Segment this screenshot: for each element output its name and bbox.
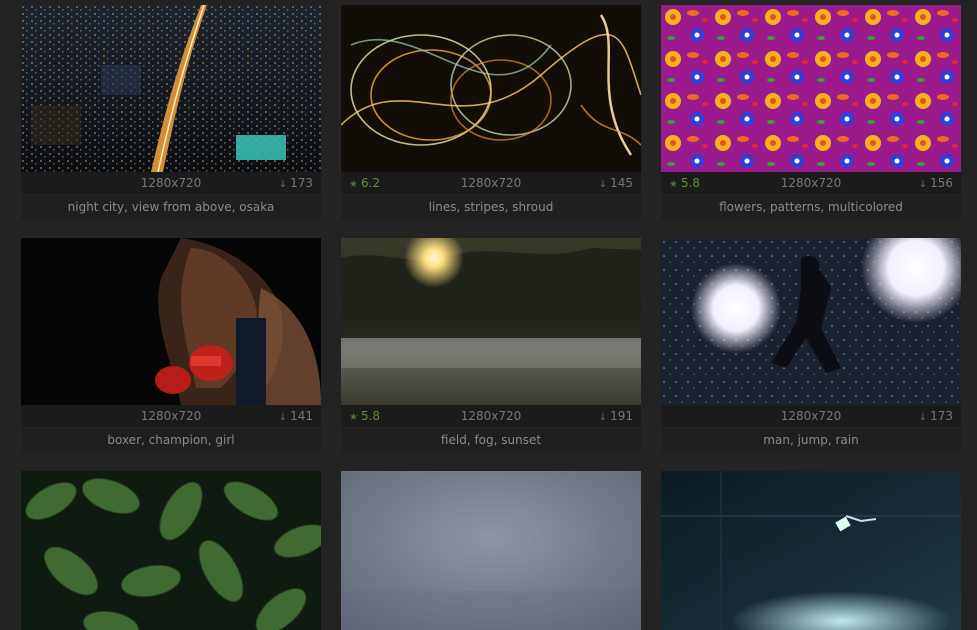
gray-texture-thumbnail[interactable] — [341, 471, 641, 630]
downloads-count: ↓ 173 — [279, 172, 313, 196]
download-icon: ↓ — [918, 179, 928, 190]
wallpaper-stats: ★ 5.8 1280x720 ↓ 156 — [661, 172, 961, 194]
downloads-value: 141 — [290, 409, 313, 423]
wallpaper-stats: 1280x720 ↓ 173 — [21, 172, 321, 194]
tags-link[interactable]: man, jump, rain — [661, 429, 961, 453]
night-city-thumbnail[interactable] — [21, 5, 321, 172]
download-icon: ↓ — [598, 179, 608, 190]
leaves-thumbnail[interactable] — [21, 471, 321, 630]
wallpaper-card — [21, 471, 321, 630]
downloads-count: ↓ 173 — [919, 405, 953, 429]
downloads-value: 156 — [930, 176, 953, 190]
wallpaper-stats: ★ 5.8 1280x720 ↓ 191 — [341, 405, 641, 427]
wallpaper-card — [661, 471, 961, 630]
wallpaper-stats: 1280x720 ↓ 141 — [21, 405, 321, 427]
wallpaper-card: 1280x720 ↓ 173 night city, view from abov… — [21, 5, 321, 220]
wallpaper-stats: ★ 6.2 1280x720 ↓ 145 — [341, 172, 641, 194]
light-lines-thumbnail[interactable] — [341, 5, 641, 172]
download-icon: ↓ — [278, 412, 288, 423]
wallpaper-card — [341, 471, 641, 630]
wallpaper-card: ★ 5.8 1280x720 ↓ 191 field, fog, sunset — [341, 238, 641, 453]
tags-link[interactable]: flowers, patterns, multicolored — [661, 196, 961, 220]
lamp-wall-thumbnail[interactable] — [661, 471, 961, 630]
downloads-count: ↓ 156 — [919, 172, 953, 196]
boxer-girl-thumbnail[interactable] — [21, 238, 321, 405]
resolution-label: 1280x720 — [460, 409, 522, 423]
wallpaper-card: 1280x720 ↓ 141 boxer, champion, girl — [21, 238, 321, 453]
downloads-value: 173 — [930, 409, 953, 423]
resolution-label: 1280x720 — [140, 409, 202, 423]
wallpaper-card: 1280x720 ↓ 173 man, jump, rain — [661, 238, 961, 453]
downloads-value: 191 — [610, 409, 633, 423]
resolution-label: 1280x720 — [460, 176, 522, 190]
tags-link[interactable]: night city, view from above, osaka — [21, 196, 321, 220]
wallpaper-grid: 1280x720 ↓ 173 night city, view from abov… — [0, 0, 977, 630]
downloads-count: ↓ 145 — [599, 172, 633, 196]
tags-link[interactable]: boxer, champion, girl — [21, 429, 321, 453]
downloads-value: 145 — [610, 176, 633, 190]
resolution-label: 1280x720 — [140, 176, 202, 190]
tags-link[interactable]: field, fog, sunset — [341, 429, 641, 453]
download-icon: ↓ — [918, 412, 928, 423]
wallpaper-stats: 1280x720 ↓ 173 — [661, 405, 961, 427]
flower-pattern-thumbnail[interactable] — [661, 5, 961, 172]
resolution-label: 1280x720 — [780, 176, 842, 190]
download-icon: ↓ — [278, 179, 288, 190]
man-jump-rain-thumbnail[interactable] — [661, 238, 961, 405]
wallpaper-card: ★ 5.8 1280x720 ↓ 156 flowers, patterns, mu… — [661, 5, 961, 220]
wallpaper-card: ★ 6.2 1280x720 ↓ 145 lines, stripes, shrou… — [341, 5, 641, 220]
downloads-count: ↓ 141 — [279, 405, 313, 429]
tags-link[interactable]: lines, stripes, shroud — [341, 196, 641, 220]
downloads-count: ↓ 191 — [599, 405, 633, 429]
resolution-label: 1280x720 — [780, 409, 842, 423]
foggy-field-thumbnail[interactable] — [341, 238, 641, 405]
download-icon: ↓ — [598, 412, 608, 423]
downloads-value: 173 — [290, 176, 313, 190]
